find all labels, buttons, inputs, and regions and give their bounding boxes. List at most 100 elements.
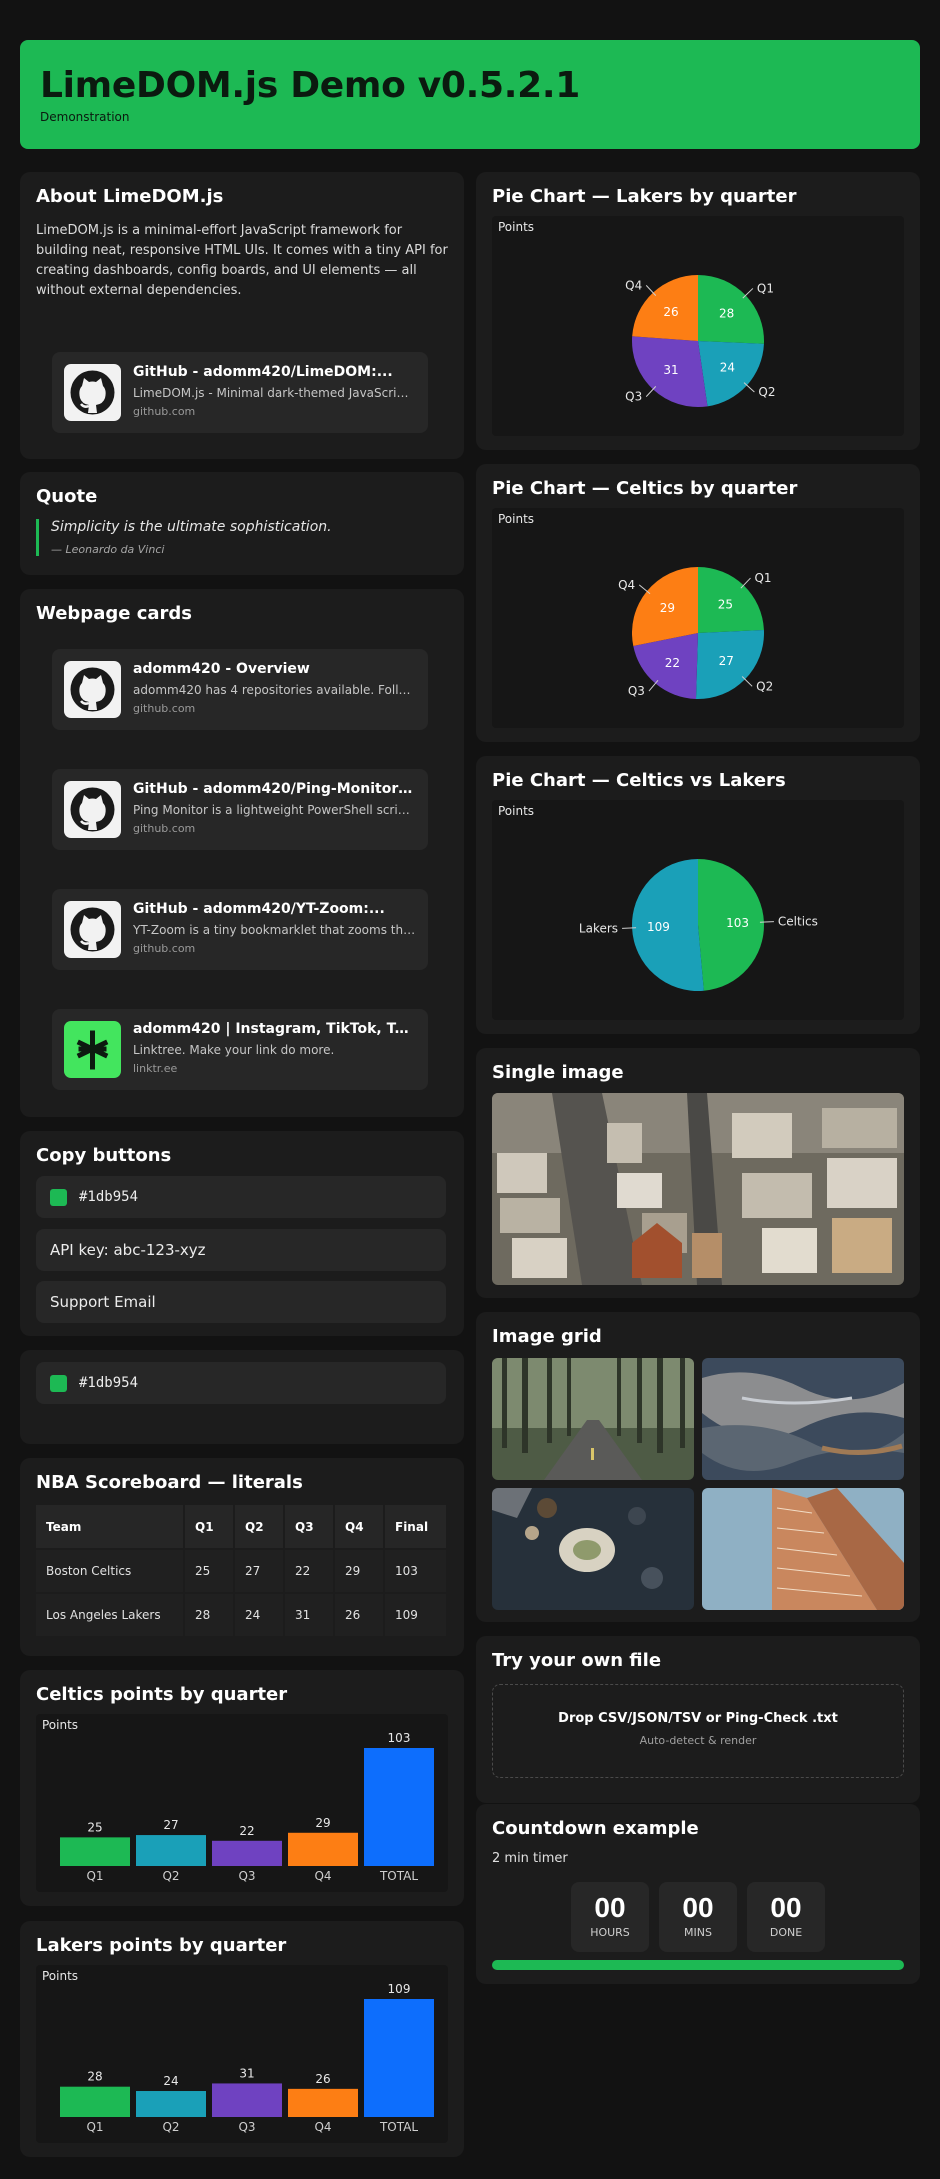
webpage-card[interactable]: GitHub - adomm420/YT-Zoom:... YT-Zoom is… [52,889,428,970]
copy-buttons-card: Copy buttons #1db954 API key: abc-123-xy… [20,1131,464,1336]
table-cell: Los Angeles Lakers [36,1593,185,1638]
pie-value-label: 103 [726,916,749,930]
webpage-card-description: Linktree. Make your link do more. [133,1043,335,1057]
column-header: Q4 [334,1505,385,1550]
pie-value-label: 25 [718,597,733,611]
bar-q3 [212,2083,282,2117]
webpage-card[interactable]: GitHub - adomm420/Ping-Monitor:... Ping … [52,769,428,850]
webpage-cards-card: Webpage cards adomm420 - Overview adomm4… [20,589,464,1117]
pie-leader-line [740,577,751,589]
water-texture-image[interactable] [702,1358,904,1480]
pie-category-label: Q1 [757,281,774,295]
color-swatch [50,1188,67,1206]
pie-lakers-chart: Points 28 Q1 24 Q2 31 Q3 26 Q4 [492,216,904,436]
try-file-title: Try your own file [492,1650,662,1671]
about-link-card[interactable]: GitHub - adomm420/LimeDOM:... LimeDOM.js… [52,352,428,433]
scoreboard-table: Team Q1 Q2 Q3 Q4 Final Boston Celtics 25… [36,1505,448,1638]
bar-category-label: Q1 [86,1869,103,1883]
github-icon [64,901,121,958]
quote-text: Simplicity is the ultimate sophisticatio… [51,519,332,535]
bar-q1 [60,1837,130,1866]
scoreboard-title: NBA Scoreboard — literals [36,1472,303,1493]
countdown-done: 00 DONE [747,1882,825,1952]
table-cell: 22 [284,1549,335,1594]
bar-value-label: 109 [388,1982,411,1996]
link-title: GitHub - adomm420/LimeDOM:... [133,364,393,380]
pie-value-label: 27 [719,654,734,668]
single-image-title: Single image [492,1062,624,1083]
pie-value-label: 31 [663,363,678,377]
pie-value-label: 29 [660,601,675,615]
single-image-card: Single image [476,1048,920,1298]
lakers-bar-chart-svg: 28 Q1 24 Q2 31 Q3 26 Q4 109 TOTAL [60,1982,434,2134]
scoreboard-card: NBA Scoreboard — literals Team Q1 Q2 Q3 … [20,1458,464,1656]
countdown-title: Countdown example [492,1818,699,1839]
bar-value-label: 29 [315,1816,330,1830]
pie-leader-line [741,676,753,687]
table-header-row: Team Q1 Q2 Q3 Q4 Final [36,1505,448,1550]
celtics-bar-chart-title: Celtics points by quarter [36,1684,288,1705]
flatiron-building-image[interactable] [702,1488,904,1610]
bar-value-label: 26 [315,2072,330,2086]
forest-road-image[interactable] [492,1358,694,1480]
pie-category-label: Lakers [579,921,618,935]
pie-celtics-card: Pie Chart — Celtics by quarter Points 25… [476,464,920,742]
table-cell: 28 [184,1593,235,1638]
pie-celtics-svg: 25 Q1 27 Q2 22 Q3 29 Q4 [618,567,773,699]
webpage-card-domain: github.com [133,702,196,715]
countdown-mins-label: MINS [684,1926,712,1939]
webpage-card[interactable]: adomm420 - Overview adomm420 has 4 repos… [52,649,428,730]
copy-color-button[interactable]: #1db954 [36,1362,446,1404]
pie-category-label: Celtics [778,915,818,929]
github-icon [64,661,121,718]
pie-category-label: Q2 [758,385,775,399]
bar-value-label: 24 [163,2074,178,2088]
copy-buttons-title: Copy buttons [36,1145,172,1166]
pie-leader-line [638,584,651,595]
file-drop-zone[interactable]: Drop CSV/JSON/TSV or Ping-Check .txt Aut… [492,1684,904,1778]
bar-category-label: Q4 [314,1869,331,1883]
page-title: LimeDOM.js Demo v0.5.2.1 [40,65,581,106]
pie-category-label: Q4 [618,578,635,592]
lakers-bar-chart-card: Lakers points by quarter Points 28 Q1 24 Q2… [20,1921,464,2157]
bar-q2 [136,2091,206,2117]
pie-leader-line [648,680,659,692]
webpage-card-domain: linktr.ee [133,1062,178,1075]
countdown-mins: 00 MINS [659,1882,737,1952]
quote-card: Quote Simplicity is the ultimate sophist… [20,472,464,575]
pie-vs-svg: 103 Celtics 109 Lakers [579,859,818,991]
table-cell: 27 [234,1549,285,1594]
table-cell: 29 [334,1549,385,1594]
bar-category-label: Q4 [314,2120,331,2134]
bar-category-label: Q3 [238,1869,255,1883]
copy-color-button[interactable]: #1db954 [36,1176,446,1218]
copy-api-key-button[interactable]: API key: abc-123-xyz [36,1229,446,1271]
column-header: Final [384,1505,448,1550]
table-cell: 26 [334,1593,385,1638]
webpage-card[interactable]: adomm420 | Instagram, TikTok, Twitc... L… [52,1009,428,1090]
webpage-cards-title: Webpage cards [36,603,192,624]
link-domain: github.com [133,405,196,418]
webpage-card-title: GitHub - adomm420/YT-Zoom:... [133,901,385,917]
bar-value-label: 103 [388,1731,411,1745]
bar-q4 [288,2088,358,2117]
food-table-image[interactable] [492,1488,694,1610]
countdown-done-label: DONE [769,1926,803,1939]
bar-value-label: 27 [163,1818,178,1832]
copy-color-label: #1db954 [79,1375,139,1391]
quote-block: Simplicity is the ultimate sophisticatio… [36,519,448,556]
webpage-card-title: adomm420 | Instagram, TikTok, Twitc... [133,1021,416,1037]
webpage-card-domain: github.com [133,822,196,835]
bar-value-label: 22 [239,1824,254,1838]
countdown-card: Countdown example 2 min timer 00 HOURS 0… [476,1804,920,1984]
countdown-hours-label: HOURS [590,1926,630,1939]
table-cell: 24 [234,1593,285,1638]
table-row: Los Angeles Lakers 28 24 31 26 109 [36,1593,448,1638]
lakers-bar-chart: Points 28 Q1 24 Q2 31 Q3 26 Q4 109 TOTAL [36,1965,448,2143]
pie-value-label: 22 [665,656,680,670]
copy-support-email-button[interactable]: Support Email [36,1281,446,1323]
pie-value-label: 28 [719,307,734,321]
city-aerial-image[interactable] [492,1093,904,1285]
bar-category-label: Q1 [86,2120,103,2134]
pie-celtics-title: Pie Chart — Celtics by quarter [492,478,798,499]
